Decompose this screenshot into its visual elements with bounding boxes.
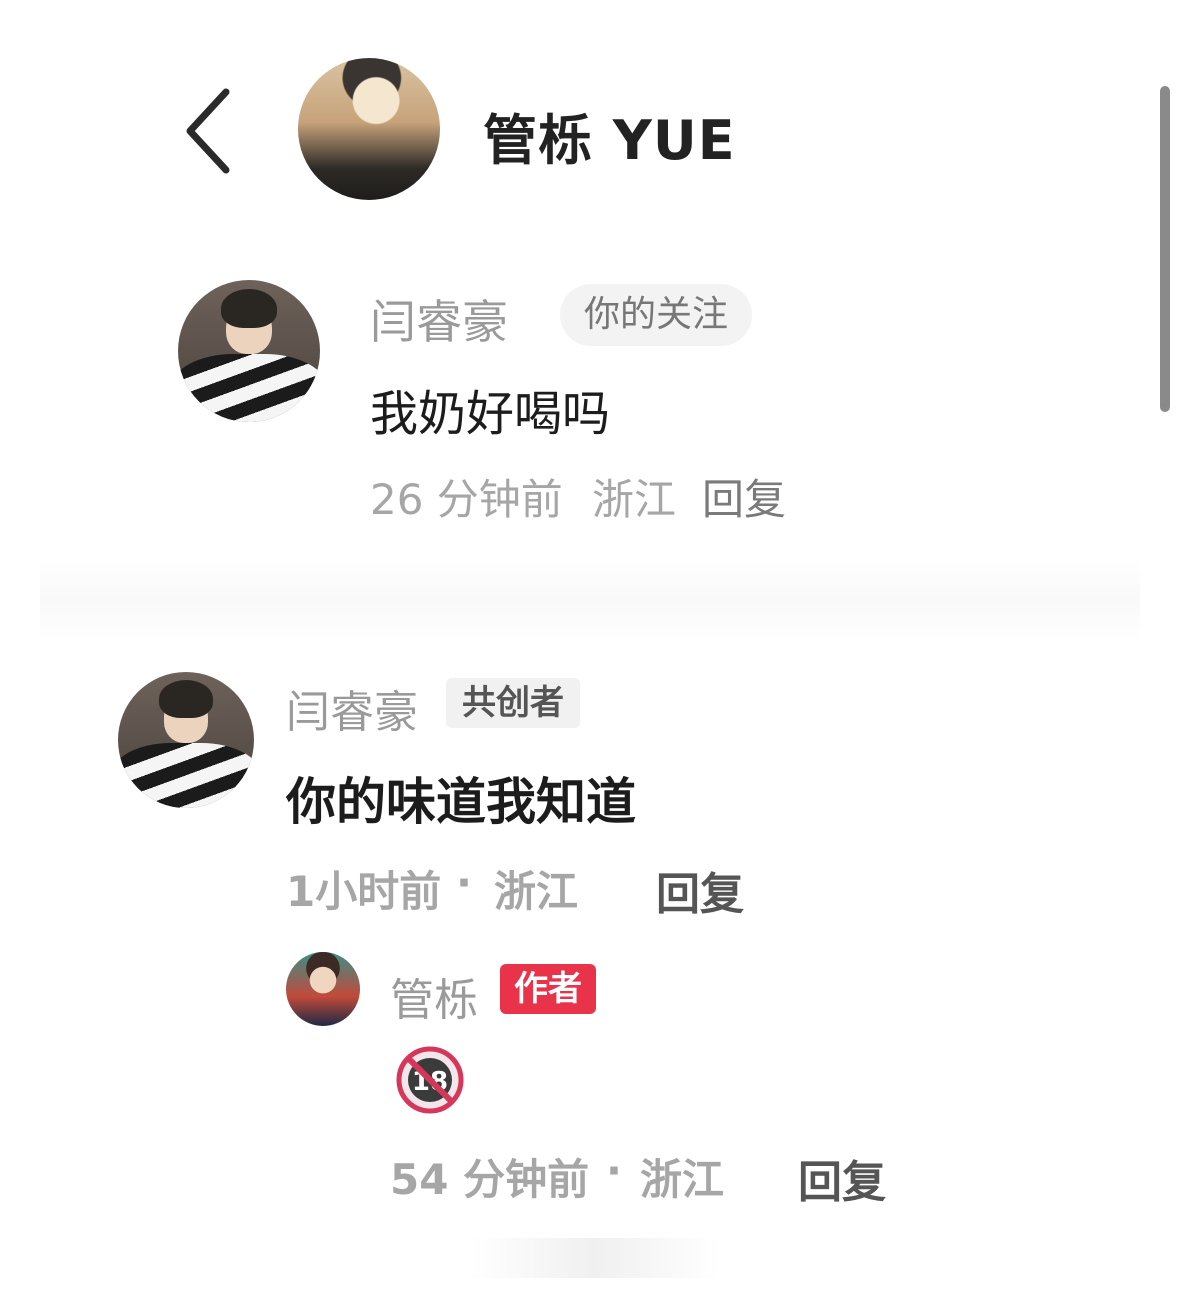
comment-location: 浙江 (494, 867, 579, 916)
meta-separator: · (606, 1146, 622, 1195)
reply-button[interactable]: 回复 (798, 1146, 886, 1210)
avatar[interactable] (178, 280, 320, 422)
reply-username[interactable]: 管栎 (390, 964, 478, 1028)
co-creator-badge: 共创者 (446, 678, 580, 728)
no-18-sticker-icon: 18 (396, 1046, 464, 1114)
comment-time: 1小时前 (286, 867, 442, 916)
reply-button[interactable]: 回复 (702, 466, 786, 527)
comment-time: 26 分钟前 (370, 475, 563, 524)
author-badge: 作者 (500, 964, 596, 1014)
comment-username[interactable]: 闫睿豪 (286, 676, 418, 740)
reply-button[interactable]: 回复 (656, 858, 744, 922)
watermark (470, 1238, 720, 1278)
avatar[interactable] (118, 672, 254, 808)
reply-time: 54 分钟前 (390, 1155, 590, 1204)
meta-separator: · (456, 858, 472, 907)
following-badge: 你的关注 (560, 284, 753, 346)
divider (40, 560, 1140, 640)
comment-text: 我奶好喝吗 (370, 386, 611, 442)
comment-text: 你的味道我知道 (286, 773, 636, 831)
comment-location: 浙江 (592, 475, 677, 524)
header-avatar[interactable] (298, 58, 440, 200)
comment-username[interactable]: 闫睿豪 (370, 286, 508, 352)
reply-location: 浙江 (640, 1155, 725, 1204)
chevron-left-icon (186, 88, 230, 174)
back-button[interactable] (178, 86, 242, 176)
avatar[interactable] (286, 952, 360, 1026)
page-title: 管栎 YUE (483, 109, 736, 172)
scrollbar[interactable] (1160, 86, 1170, 412)
